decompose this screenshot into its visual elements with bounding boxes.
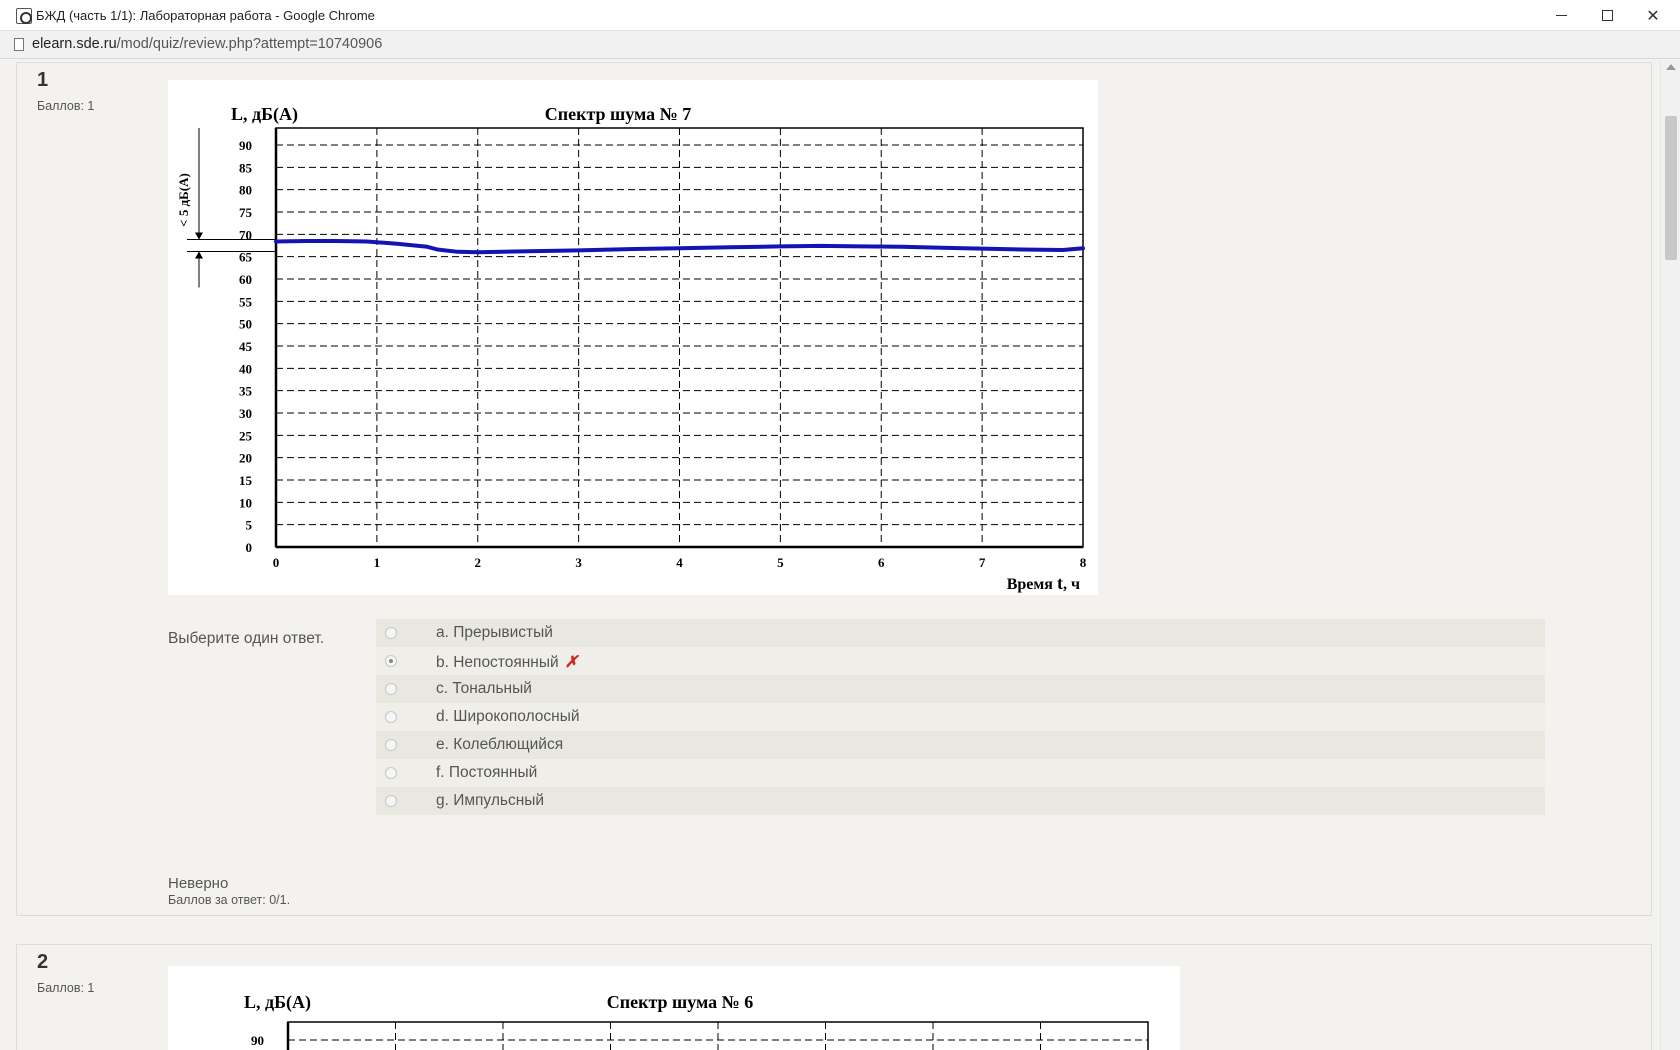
address-bar[interactable]: elearn.sde.ru/mod/quiz/review.php?attemp…	[0, 31, 1680, 59]
annotation-arrowhead-upper	[195, 232, 203, 240]
scroll-up-icon[interactable]	[1666, 64, 1676, 70]
question-2: 2 Баллов: 1 Спектр шума № 6 L, дБ(А) 90	[16, 944, 1652, 1050]
y-tick-label: 45	[239, 339, 253, 354]
incorrect-icon: ✗	[564, 654, 579, 671]
url-text[interactable]: elearn.sde.ru/mod/quiz/review.php?attemp…	[32, 36, 382, 52]
y-tick-label: 70	[239, 227, 252, 242]
x-tick-label: 2	[475, 555, 482, 570]
y-axis-label: L, дБ(А)	[244, 992, 311, 1013]
radio-a[interactable]	[385, 627, 397, 639]
y-tick-label: 75	[239, 205, 253, 220]
answer-label: a. Прерывистый	[436, 624, 553, 641]
url-path: /mod/quiz/review.php?attempt=10740906	[116, 36, 383, 52]
radio-d[interactable]	[385, 711, 397, 723]
app-icon	[16, 8, 32, 24]
answer-label: d. Широкополосный	[436, 708, 580, 725]
minimize-button[interactable]	[1538, 0, 1584, 31]
minimize-icon	[1555, 15, 1567, 16]
x-axis-label: Время t, ч	[1007, 573, 1080, 593]
close-button[interactable]: ✕	[1630, 0, 1676, 31]
answer-label: e. Колеблющийся	[436, 736, 564, 753]
y-tick-label: 60	[239, 272, 252, 287]
page-icon	[14, 38, 24, 51]
answer-prompt: Выберите один ответ.	[168, 630, 325, 647]
radio-c[interactable]	[385, 683, 397, 695]
radio-e[interactable]	[385, 739, 397, 751]
question-number: 2	[37, 951, 49, 973]
answer-label: f. Постоянный	[436, 764, 538, 781]
close-icon: ✕	[1646, 7, 1660, 25]
x-tick-label: 7	[979, 555, 986, 570]
answer-option-e[interactable]: e. Колеблющийся	[376, 731, 1545, 759]
page-content: 1 Баллов: 1 0 5 10 15 20 25 30 35 40 45 50 55 60 65 70…	[0, 60, 1680, 1050]
radio-f[interactable]	[385, 767, 397, 779]
noise-spectrum-chart-2: Спектр шума № 6 L, дБ(А) 90	[244, 992, 1149, 1050]
noise-chart-image: 0 5 10 15 20 25 30 35 40 45 50 55 60 65 70 75 80 85 90 0 1 2 3…	[168, 80, 1098, 595]
noise-chart-image: Спектр шума № 6 L, дБ(А) 90	[168, 966, 1180, 1050]
y-tick-label: 85	[239, 160, 253, 175]
y-tick-label: 80	[239, 183, 252, 198]
answer-option-g[interactable]: g. Импульсный	[376, 787, 1545, 815]
question-number: 1	[37, 69, 49, 91]
annotation-arrowhead-lower	[195, 251, 203, 259]
annotation-label: < 5 дБ(А)	[176, 173, 191, 227]
answer-label: b. Непостоянный	[436, 654, 559, 671]
y-tick-label: 30	[239, 406, 252, 421]
y-tick-label: 90	[239, 138, 252, 153]
question-grade: Баллов: 1	[37, 981, 95, 995]
chart-title: Спектр шума № 6	[607, 992, 754, 1012]
answer-option-c[interactable]: c. Тональный	[376, 675, 1545, 703]
y-tick-label: 15	[239, 473, 253, 488]
x-tick-label: 0	[273, 555, 280, 570]
y-tick-label: 0	[246, 540, 253, 555]
question-1: 1 Баллов: 1 0 5 10 15 20 25 30 35 40 45 50 55 60 65 70…	[16, 62, 1652, 916]
y-tick-label: 20	[239, 451, 252, 466]
maximize-icon	[1601, 10, 1613, 21]
x-axis-label-part: Время	[1007, 576, 1057, 593]
radio-g[interactable]	[385, 795, 397, 807]
y-tick-label: 90	[251, 1033, 264, 1048]
y-tick-label: 5	[246, 518, 253, 533]
noise-spectrum-chart: 0510152025303540455055606570758085900 1 2 3…	[176, 104, 1087, 593]
x-axis-label-part: , ч	[1063, 576, 1080, 593]
y-tick-label: 50	[239, 317, 252, 332]
y-tick-label: 35	[239, 384, 253, 399]
answer-label: g. Импульсный	[436, 792, 545, 809]
x-tick-label: 3	[575, 555, 582, 570]
y-tick-label: 10	[239, 495, 252, 510]
outcome-status: Неверно	[168, 875, 229, 892]
answer-option-a[interactable]: a. Прерывистый	[376, 619, 1545, 647]
answer-list: a. Прерывистый b. Непостоянный ✗ c. Тонал…	[376, 619, 1545, 815]
x-tick-label: 4	[676, 555, 683, 570]
answer-label: c. Тональный	[436, 680, 532, 697]
answer-option-b[interactable]: b. Непостоянный ✗	[376, 647, 1545, 675]
scrollbar-thumb[interactable]	[1665, 116, 1677, 260]
y-axis-label: L, дБ(А)	[231, 104, 298, 125]
outcome-score: Баллов за ответ: 0/1.	[168, 893, 291, 907]
x-tick-label: 8	[1080, 555, 1087, 570]
y-tick-label: 55	[239, 294, 253, 309]
y-tick-label: 40	[239, 361, 252, 376]
x-tick-label: 1	[374, 555, 381, 570]
question-grade: Баллов: 1	[37, 99, 95, 113]
y-tick-label: 25	[239, 428, 253, 443]
window-title: БЖД (часть 1/1): Лабораторная работа - G…	[36, 8, 375, 23]
radio-b[interactable]	[385, 655, 397, 667]
answer-option-f[interactable]: f. Постоянный	[376, 759, 1545, 787]
answer-option-d[interactable]: d. Широкополосный	[376, 703, 1545, 731]
x-tick-label: 6	[878, 555, 885, 570]
window-titlebar: БЖД (часть 1/1): Лабораторная работа - G…	[0, 0, 1680, 31]
maximize-button[interactable]	[1584, 0, 1630, 31]
vertical-scrollbar[interactable]	[1660, 60, 1680, 1050]
chart-title: Спектр шума № 7	[545, 104, 692, 124]
x-tick-label: 5	[777, 555, 784, 570]
url-host: elearn.sde.ru	[32, 36, 117, 52]
answer-label-b: b. Непостоянный ✗	[436, 652, 578, 672]
